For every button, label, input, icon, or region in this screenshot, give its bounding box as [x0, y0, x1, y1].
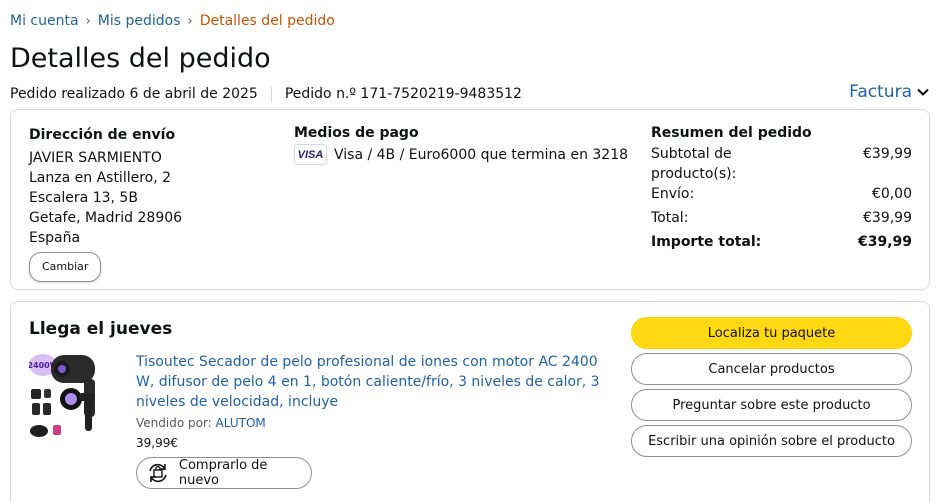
seller-link[interactable]: ALUTOM [216, 416, 266, 430]
shipment-card: Llega el jueves 2400W Tisoutec Secador d… [10, 301, 930, 502]
address-line: Getafe, Madrid 28906 [29, 210, 183, 226]
breadcrumb: Mi cuenta › Mis pedidos › Detalles del p… [10, 13, 335, 29]
meta-divider [270, 86, 272, 102]
product-thumbnail[interactable]: 2400W [29, 351, 99, 446]
breadcrumb-separator: › [187, 13, 193, 29]
breadcrumb-current: Detalles del pedido [199, 13, 335, 29]
summary-label: Subtotal de producto(s): [651, 146, 737, 182]
payment-method: Medios de pago VISA Visa / 4B / Euro6000… [294, 125, 628, 165]
ask-product-question-button[interactable]: Preguntar sobre este producto [631, 389, 912, 421]
summary-label: Envío: [651, 186, 695, 202]
summary-row-total: Total: €39,99 [651, 208, 912, 228]
summary-label: Importe total: [651, 234, 762, 250]
summary-value: €39,99 [863, 210, 912, 226]
chevron-down-icon [917, 88, 929, 96]
buy-again-label: Comprarlo de nuevo [178, 458, 268, 488]
summary-value: €0,00 [871, 186, 912, 202]
write-review-button[interactable]: Escribir una opinión sobre el producto [631, 425, 912, 457]
page-title: Detalles del pedido [10, 43, 271, 74]
seller-info: Vendido por: ALUTOM [136, 416, 266, 430]
address-line: JAVIER SARMIENTO [29, 150, 162, 166]
order-info-card: Dirección de envío JAVIER SARMIENTO Lanz… [10, 109, 930, 290]
sold-by-label: Vendido por: [136, 416, 212, 430]
payment-card: VISA Visa / 4B / Euro6000 que termina en… [294, 144, 628, 165]
summary-title: Resumen del pedido [651, 125, 812, 141]
invoice-dropdown[interactable]: Factura [849, 82, 929, 102]
summary-label: Total: [651, 210, 689, 226]
shipping-address: Dirección de envío JAVIER SARMIENTO Lanz… [29, 125, 182, 282]
invoice-label: Factura [849, 82, 912, 102]
summary-row-grand-total: Importe total: €39,99 [651, 232, 912, 252]
arrival-status: Llega el jueves [29, 319, 173, 339]
visa-icon: VISA [294, 144, 327, 165]
order-date: Pedido realizado 6 de abril de 2025 [10, 86, 258, 102]
summary-value: €39,99 [857, 234, 912, 250]
cancel-items-button[interactable]: Cancelar productos [631, 353, 912, 385]
buy-again-button[interactable]: Comprarlo de nuevo [136, 457, 312, 489]
address-line: Lanza en Astillero, 2 [29, 170, 172, 186]
shipping-title: Dirección de envío [29, 127, 176, 143]
order-meta: Pedido realizado 6 de abril de 2025 Pedi… [10, 86, 522, 102]
address-line: Escalera 13, 5B [29, 190, 138, 206]
card-description: Visa / 4B / Euro6000 que termina en 3218 [334, 146, 629, 163]
summary-value: €39,99 [863, 146, 912, 162]
summary-row-shipping: Envío: €0,00 [651, 184, 912, 204]
order-summary: Resumen del pedido Subtotal de producto(… [651, 125, 912, 252]
shipment-actions: Localiza tu paquete Cancelar productos P… [631, 317, 912, 461]
product-price: 39,99€ [136, 436, 178, 450]
address-line: España [29, 230, 81, 246]
product-title-link[interactable]: Tisoutec Secador de pelo profesional de … [136, 352, 611, 412]
breadcrumb-mis-pedidos[interactable]: Mis pedidos [98, 13, 181, 29]
change-address-button[interactable]: Cambiar [29, 252, 102, 282]
track-package-button[interactable]: Localiza tu paquete [631, 317, 912, 349]
summary-row-subtotal: Subtotal de producto(s): €39,99 [651, 144, 912, 184]
payment-title: Medios de pago [294, 125, 419, 141]
buy-again-icon [149, 463, 167, 483]
breadcrumb-separator: › [85, 13, 91, 29]
breadcrumb-mi-cuenta[interactable]: Mi cuenta [10, 13, 79, 29]
order-number: Pedido n.º 171-7520219-9483512 [284, 86, 522, 102]
